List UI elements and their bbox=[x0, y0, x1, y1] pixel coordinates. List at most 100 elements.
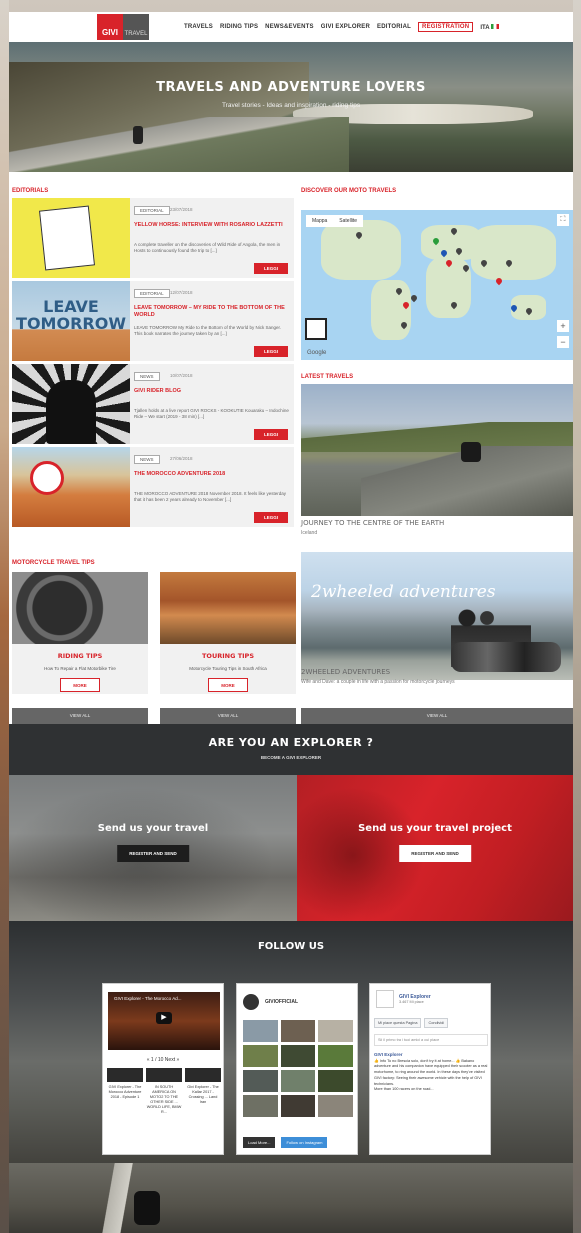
follow-us-section: FOLLOW US GIVI Explorer - The Morocco Ad… bbox=[9, 921, 573, 1233]
editorial-item[interactable]: NEWS 27/06/2018 THE MOROCCO ADVENTURE 20… bbox=[12, 447, 294, 527]
post-meta: More than 100 racers on the road... bbox=[374, 1087, 434, 1092]
video-thumbnails bbox=[107, 1068, 221, 1082]
instagram-photo[interactable] bbox=[318, 1020, 353, 1042]
map-zoom-out-button[interactable]: − bbox=[557, 336, 569, 348]
editorial-tag: NEWS bbox=[134, 372, 160, 381]
editorial-thumbnail bbox=[12, 447, 130, 527]
map-pin-icon[interactable] bbox=[409, 293, 419, 303]
read-more-button[interactable]: LEGGI bbox=[253, 512, 288, 523]
tab-map[interactable]: Mappa bbox=[306, 215, 333, 227]
read-more-button[interactable]: LEGGI bbox=[253, 263, 288, 274]
nav-item-editorial[interactable]: EDITORIAL bbox=[377, 24, 411, 30]
editorial-date: 27/06/2018 bbox=[170, 456, 193, 461]
instagram-photo[interactable] bbox=[243, 1020, 278, 1042]
view-all-travels[interactable]: VIEW ALL bbox=[301, 708, 573, 724]
tip-image bbox=[160, 572, 296, 644]
more-button[interactable]: MORE bbox=[208, 678, 248, 692]
tip-card[interactable]: TOURING TIPS Motorcycle Touring Tips in … bbox=[160, 572, 296, 694]
instagram-photo[interactable] bbox=[280, 1070, 316, 1092]
editorial-title[interactable]: LEAVE TOMORROW – MY RIDE TO THE BOTTOM O… bbox=[134, 305, 289, 319]
map-type-tabs: Mappa Satellite bbox=[306, 215, 364, 227]
instagram-photo[interactable] bbox=[243, 1095, 278, 1117]
givi-logo[interactable]: GIVI TRAVEL bbox=[97, 14, 149, 40]
read-more-button[interactable]: LEGGI bbox=[253, 429, 288, 440]
registration-button[interactable]: REGISTRATION bbox=[418, 22, 474, 32]
instagram-photo[interactable] bbox=[280, 1095, 316, 1117]
logo-main: GIVI bbox=[97, 14, 123, 40]
tip-card[interactable]: RIDING TIPS How To Repair a Flat Motorbi… bbox=[12, 572, 148, 694]
editorial-thumbnail bbox=[12, 364, 130, 444]
send-project-title: Send us your travel project bbox=[358, 823, 512, 834]
play-icon[interactable]: ▶ bbox=[156, 1012, 172, 1024]
instagram-username[interactable]: GIVIOFFICIAL bbox=[265, 999, 298, 1005]
editorial-title[interactable]: THE MOROCCO ADVENTURE 2018 bbox=[134, 471, 289, 478]
instagram-photo[interactable] bbox=[280, 1045, 316, 1067]
travel-title[interactable]: JOURNEY TO THE CENTRE OF THE EARTH bbox=[301, 519, 444, 527]
tip-text: How To Repair a Flat Motorbike Tire bbox=[44, 666, 116, 671]
language-selector[interactable]: ITA bbox=[480, 23, 499, 31]
post-author[interactable]: GIVI Explorer bbox=[374, 1052, 403, 1057]
read-more-button[interactable]: LEGGI bbox=[253, 346, 288, 357]
map-land-north-america bbox=[321, 220, 401, 280]
video-thumbnail[interactable] bbox=[107, 1068, 143, 1082]
travel-card-image[interactable] bbox=[301, 384, 573, 516]
view-all-riding-tips[interactable]: VIEW ALL bbox=[12, 708, 148, 724]
instagram-photo[interactable] bbox=[318, 1045, 353, 1067]
video-thumbnail[interactable] bbox=[185, 1068, 221, 1082]
explorer-subtitle[interactable]: BECOME A GIVI EXPLORER bbox=[9, 755, 573, 760]
editorial-excerpt: THE MOROCCO ADVENTURE 2018 November 2018… bbox=[134, 491, 287, 502]
travel-card-image[interactable]: 2wheeled adventures bbox=[301, 552, 573, 680]
video-thumbnail-title[interactable]: IN SOUTH AMERICA ON MOTO2 TO THE OTHER S… bbox=[146, 1085, 182, 1115]
travel-title[interactable]: 2WHEELED ADVENTURES bbox=[301, 668, 390, 676]
nav-item-travels[interactable]: TRAVELS bbox=[184, 24, 213, 30]
map-pan-control-icon[interactable] bbox=[305, 318, 327, 340]
editorials-label: EDITORIALS bbox=[12, 188, 49, 194]
register-and-send-button[interactable]: REGISTER AND SEND bbox=[117, 845, 189, 862]
instagram-photo[interactable] bbox=[243, 1045, 278, 1067]
video-thumbnail[interactable] bbox=[146, 1068, 182, 1082]
nav-item-riding-tips[interactable]: RIDING TIPS bbox=[220, 24, 258, 30]
travel-motorcycles bbox=[451, 642, 561, 672]
nav-item-news-events[interactable]: NEWS&EVENTS bbox=[265, 24, 314, 30]
editorial-title[interactable]: GIVI RIDER BLOG bbox=[134, 388, 289, 395]
load-more-button[interactable]: Load More... bbox=[243, 1137, 276, 1148]
avatar[interactable] bbox=[243, 994, 259, 1010]
more-button[interactable]: MORE bbox=[60, 678, 100, 692]
register-and-send-button[interactable]: REGISTER AND SEND bbox=[399, 845, 471, 862]
website-page: GIVI TRAVEL TRAVELS RIDING TIPS NEWS&EVE… bbox=[9, 12, 573, 1233]
background-right bbox=[573, 0, 581, 1233]
send-travel-title: Send us your travel bbox=[97, 823, 209, 834]
youtube-video[interactable]: GIVI Explorer - The Morocco Ad... ▶ bbox=[108, 992, 220, 1050]
map-fullscreen-icon[interactable]: ⛶ bbox=[557, 214, 569, 226]
instagram-photo[interactable] bbox=[280, 1020, 316, 1042]
nav-item-givi-explorer[interactable]: GIVI EXPLORER bbox=[321, 24, 370, 30]
share-button[interactable]: Condividi bbox=[424, 1018, 449, 1028]
map-label: DISCOVER OUR MOTO TRAVELS bbox=[301, 188, 397, 194]
map-zoom-in-button[interactable]: + bbox=[557, 320, 569, 332]
editorial-item[interactable]: LEAVE TOMORROW EDITORIAL 12/07/2018 LEAV… bbox=[12, 281, 294, 361]
facebook-post: GIVI Explorer 👍 Info To no Brescia solo,… bbox=[374, 1052, 488, 1093]
main-nav: TRAVELS RIDING TIPS NEWS&EVENTS GIVI EXP… bbox=[184, 22, 499, 32]
editorial-item[interactable]: EDITORIAL 23/07/2018 YELLOW HORSE: INTER… bbox=[12, 198, 294, 278]
instagram-photo[interactable] bbox=[318, 1095, 353, 1117]
instagram-photo[interactable] bbox=[243, 1070, 278, 1092]
editorial-item[interactable]: NEWS 10/07/2018 GIVI RIDER BLOG Tjallen … bbox=[12, 364, 294, 444]
like-page-button[interactable]: Mi piace questa Pagina bbox=[374, 1018, 422, 1028]
tab-satellite[interactable]: Satellite bbox=[333, 215, 363, 227]
travel-map[interactable]: Mappa Satellite + − ⛶ Google bbox=[301, 210, 573, 360]
google-logo: Google bbox=[307, 350, 327, 356]
video-thumbnail-title[interactable]: Givi Explorer - The Kallar 2017 - Crossi… bbox=[185, 1085, 221, 1115]
video-captions: GIVI Explorer - The Morocco Adventure 20… bbox=[107, 1085, 221, 1115]
video-pager[interactable]: « 1 / 10 Next » bbox=[103, 1057, 223, 1063]
map-land-south-america bbox=[371, 280, 411, 340]
language-label: ITA bbox=[480, 24, 490, 31]
travel-location: Iceland bbox=[301, 530, 318, 536]
editorial-title[interactable]: YELLOW HORSE: INTERVIEW WITH ROSARIO LAZ… bbox=[134, 222, 289, 229]
view-all-touring-tips[interactable]: VIEW ALL bbox=[160, 708, 296, 724]
avatar[interactable] bbox=[376, 990, 394, 1008]
tip-title: TOURING TIPS bbox=[202, 652, 254, 660]
instagram-photo[interactable] bbox=[318, 1070, 353, 1092]
send-travel-panel: Send us your travel REGISTER AND SEND bbox=[9, 775, 297, 921]
follow-instagram-button[interactable]: Follow on Instagram bbox=[281, 1137, 328, 1148]
video-thumbnail-title[interactable]: GIVI Explorer - The Morocco Adventure 20… bbox=[107, 1085, 143, 1115]
